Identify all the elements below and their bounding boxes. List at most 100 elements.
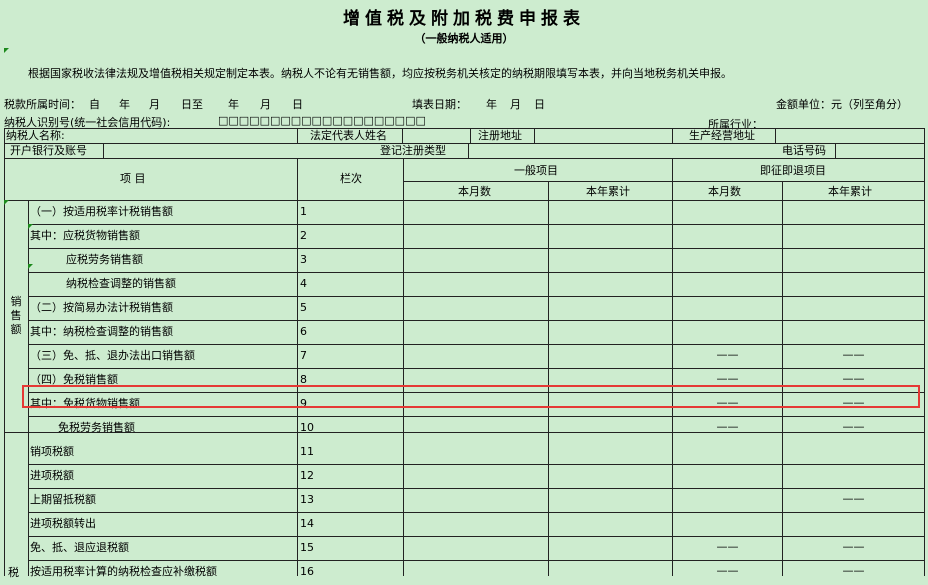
row-line-number: 4	[300, 277, 307, 290]
value-cell[interactable]	[404, 466, 548, 489]
row-label: （一）按适用税率计税销售额	[30, 205, 173, 218]
row-label: （三）免、抵、退办法出口销售额	[30, 349, 195, 362]
value-cell[interactable]	[783, 442, 924, 465]
value-cell[interactable]	[783, 250, 924, 273]
fill-year: 年	[486, 98, 497, 111]
biz-address-label: 生产经营地址	[689, 129, 755, 142]
fill-day: 日	[534, 98, 545, 111]
value-cell[interactable]	[549, 250, 672, 273]
amount-unit: 金额单位：元（列至角分）	[776, 98, 908, 111]
form-subtitle: （一般纳税人适用）	[414, 32, 514, 45]
value-cell[interactable]	[673, 202, 782, 225]
row-label: 进项税额	[30, 469, 74, 482]
row-label: 其中：应税货物销售额	[30, 229, 140, 242]
not-applicable-dash: ——	[842, 540, 865, 553]
row-line-number: 13	[300, 493, 314, 506]
value-cell[interactable]	[549, 202, 672, 225]
column-general: 一般项目	[514, 164, 558, 177]
value-cell[interactable]	[549, 538, 672, 561]
period-from: 自	[89, 98, 100, 111]
value-cell[interactable]	[549, 226, 672, 249]
fill-date-label: 填表日期：	[412, 98, 467, 111]
value-cell[interactable]	[673, 274, 782, 297]
form-instructions: 根据国家税收法律法规及增值税相关规定制定本表。纳税人不论有无销售额，均应按税务机…	[28, 67, 732, 80]
column-immediate-ytd: 本年累计	[828, 185, 872, 198]
not-applicable-dash: ——	[842, 492, 865, 505]
value-cell[interactable]	[549, 298, 672, 321]
value-cell[interactable]	[549, 562, 672, 585]
value-cell[interactable]	[549, 466, 672, 489]
value-cell[interactable]	[404, 226, 548, 249]
column-general-month: 本月数	[458, 185, 491, 198]
value-cell[interactable]	[673, 466, 782, 489]
row-line-number: 3	[300, 253, 307, 266]
value-cell[interactable]	[404, 538, 548, 561]
row-line-number: 2	[300, 229, 307, 242]
value-cell[interactable]	[404, 250, 548, 273]
value-cell[interactable]	[404, 442, 548, 465]
row-line-number: 1	[300, 205, 307, 218]
phone-label: 电话号码	[782, 144, 826, 157]
value-cell[interactable]	[549, 514, 672, 537]
value-cell[interactable]	[404, 202, 548, 225]
not-applicable-dash: ——	[842, 564, 865, 577]
cell-marker	[4, 48, 9, 53]
taxpayer-id-boxes[interactable]: □□□□□□□□□□□□□□□□□□□□	[218, 114, 426, 127]
value-cell[interactable]	[404, 418, 548, 441]
value-cell[interactable]	[549, 418, 672, 441]
value-cell[interactable]	[783, 466, 924, 489]
group-label-tax-partial: 税	[8, 566, 19, 579]
highlight-row-9	[22, 385, 920, 408]
row-line-number: 12	[300, 469, 314, 482]
row-label: 上期留抵税额	[30, 493, 96, 506]
row-line-number: 5	[300, 301, 307, 314]
row-line-number: 6	[300, 325, 307, 338]
value-cell[interactable]	[673, 226, 782, 249]
value-cell[interactable]	[404, 274, 548, 297]
value-cell[interactable]	[404, 490, 548, 513]
value-cell[interactable]	[549, 274, 672, 297]
value-cell[interactable]	[783, 202, 924, 225]
row-line-number: 10	[300, 421, 314, 434]
value-cell[interactable]	[783, 514, 924, 537]
period-day-to: 日至	[181, 98, 203, 111]
column-immediate-refund: 即征即退项目	[760, 164, 826, 177]
value-cell[interactable]	[404, 298, 548, 321]
value-cell[interactable]	[783, 298, 924, 321]
column-line-no: 栏次	[340, 172, 362, 185]
period-year-1: 年	[119, 98, 130, 111]
fill-month: 月	[510, 98, 521, 111]
value-cell[interactable]	[673, 298, 782, 321]
value-cell[interactable]	[404, 346, 548, 369]
row-label: 免、抵、退应退税额	[30, 541, 129, 554]
value-cell[interactable]	[783, 226, 924, 249]
value-cell[interactable]	[404, 322, 548, 345]
value-cell[interactable]	[673, 322, 782, 345]
value-cell[interactable]	[549, 490, 672, 513]
value-cell[interactable]	[549, 322, 672, 345]
row-line-number: 11	[300, 445, 314, 458]
row-label: 纳税检查调整的销售额	[66, 277, 176, 290]
value-cell[interactable]	[673, 250, 782, 273]
group-label-sales: 销售额	[10, 295, 22, 336]
not-applicable-dash: ——	[716, 348, 739, 361]
legal-rep-label: 法定代表人姓名	[310, 129, 387, 142]
row-label: 免税劳务销售额	[58, 421, 135, 434]
value-cell[interactable]	[673, 442, 782, 465]
value-cell[interactable]	[404, 514, 548, 537]
not-applicable-dash: ——	[716, 372, 739, 385]
value-cell[interactable]	[783, 322, 924, 345]
value-cell[interactable]	[549, 442, 672, 465]
row-line-number: 14	[300, 517, 314, 530]
form-title: 增值税及附加税费申报表	[343, 9, 585, 29]
value-cell[interactable]	[404, 562, 548, 585]
value-cell[interactable]	[673, 490, 782, 513]
column-item: 项 目	[120, 172, 146, 185]
row-label: 应税劳务销售额	[66, 253, 143, 266]
value-cell[interactable]	[783, 274, 924, 297]
value-cell[interactable]	[549, 346, 672, 369]
column-general-ytd: 本年累计	[586, 185, 630, 198]
not-applicable-dash: ——	[842, 348, 865, 361]
period-label: 税款所属时间：	[4, 98, 81, 111]
value-cell[interactable]	[673, 514, 782, 537]
